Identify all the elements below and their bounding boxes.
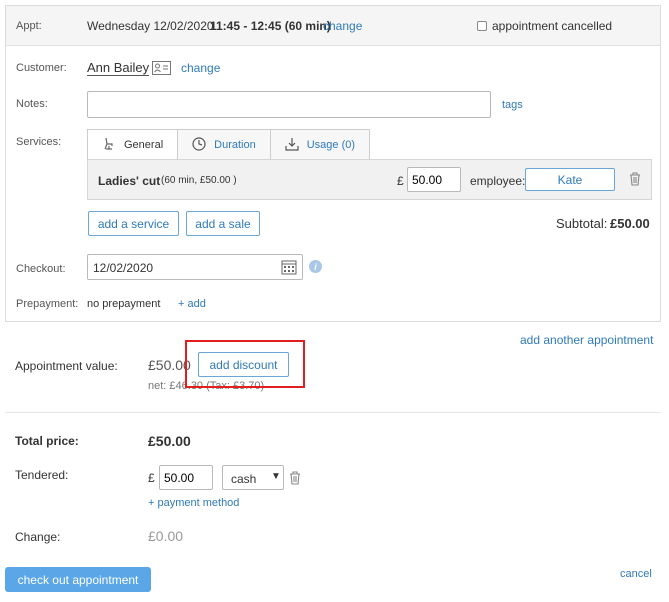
tab-general-label: General (124, 139, 164, 151)
service-name: Ladies' cut (98, 174, 161, 188)
notes-label: Notes: (16, 98, 48, 110)
appt-change-link[interactable]: change (323, 19, 362, 33)
tab-duration[interactable]: Duration (177, 129, 271, 160)
tendered-currency: £ (148, 471, 155, 485)
payment-method-select[interactable]: cash ▼ (222, 465, 284, 490)
tendered-trash-icon[interactable] (289, 471, 301, 488)
payment-method-value: cash (231, 472, 257, 486)
services-tabs: General Duration Usage (0) (87, 129, 371, 160)
appt-date: Wednesday 12/02/2020 (87, 19, 214, 33)
employee-select[interactable]: Kate (525, 168, 615, 191)
appointment-cancelled-label: appointment cancelled (492, 19, 613, 33)
tendered-label: Tendered: (15, 468, 69, 482)
customer-label: Customer: (16, 62, 67, 74)
appt-label: Appt: (16, 20, 42, 32)
tags-link[interactable]: tags (502, 99, 523, 111)
add-service-label: add a service (97, 216, 170, 231)
appointment-value-label: Appointment value: (15, 359, 118, 373)
subtotal-label: Subtotal: (556, 216, 608, 231)
change-value: £0.00 (148, 528, 184, 544)
prepayment-add-link[interactable]: + add (178, 298, 206, 310)
customer-change-link[interactable]: change (181, 61, 220, 75)
check-out-appointment-button[interactable]: check out appointment (5, 567, 151, 592)
services-label: Services: (16, 136, 62, 148)
appt-time: 11:45 - 12:45 (60 min) (210, 19, 331, 33)
service-price-input[interactable] (407, 167, 461, 192)
add-another-appointment-link[interactable]: add another appointment (520, 333, 653, 347)
change-label: Change: (15, 530, 61, 544)
info-icon[interactable]: i (309, 260, 322, 273)
tendered-amount-input[interactable] (159, 465, 213, 490)
notes-input[interactable] (87, 91, 491, 118)
calendar-icon[interactable] (281, 259, 297, 278)
divider (5, 412, 661, 413)
customer-name[interactable]: Ann Bailey (87, 60, 150, 76)
employee-name: Kate (557, 172, 583, 187)
employee-label: employee: (470, 174, 526, 188)
service-price-currency: £ (397, 174, 404, 188)
cancel-link[interactable]: cancel (620, 568, 652, 580)
prepayment-value: no prepayment (87, 298, 161, 310)
checkout-date-field[interactable]: 12/02/2020 (87, 254, 303, 280)
appointment-cancelled-checkbox[interactable] (477, 21, 487, 31)
prepayment-label: Prepayment: (16, 298, 79, 310)
add-sale-label: add a sale (195, 216, 251, 231)
chair-icon (102, 137, 124, 154)
chevron-down-icon: ▼ (271, 471, 281, 482)
tab-usage-label: Usage (0) (306, 139, 356, 151)
download-icon (285, 137, 307, 154)
appt-row: Appt: Wednesday 12/02/2020 11:45 - 12:45… (6, 6, 660, 46)
add-sale-button[interactable]: add a sale (186, 211, 260, 236)
total-price-label: Total price: (15, 434, 79, 448)
trash-icon[interactable] (629, 172, 641, 189)
add-service-button[interactable]: add a service (88, 211, 179, 236)
tab-general[interactable]: General (87, 129, 179, 160)
appointment-panel: Appt: Wednesday 12/02/2020 11:45 - 12:45… (5, 5, 661, 322)
highlight-box (185, 340, 305, 388)
subtotal-value: £50.00 (610, 216, 650, 231)
checkout-date-value: 12/02/2020 (93, 261, 154, 275)
add-payment-method-link[interactable]: + payment method (148, 497, 239, 509)
total-price-value: £50.00 (148, 433, 191, 449)
tab-duration-label: Duration (214, 139, 256, 151)
check-out-appointment-label: check out appointment (17, 572, 139, 587)
clock-icon (192, 136, 214, 154)
contact-card-icon[interactable] (152, 61, 171, 78)
service-row: Ladies' cut (60 min, £50.00 ) £ employee… (87, 159, 652, 200)
checkout-label: Checkout: (16, 263, 66, 275)
service-detail: (60 min, £50.00 ) (161, 175, 237, 186)
tab-usage[interactable]: Usage (0) (269, 129, 371, 160)
